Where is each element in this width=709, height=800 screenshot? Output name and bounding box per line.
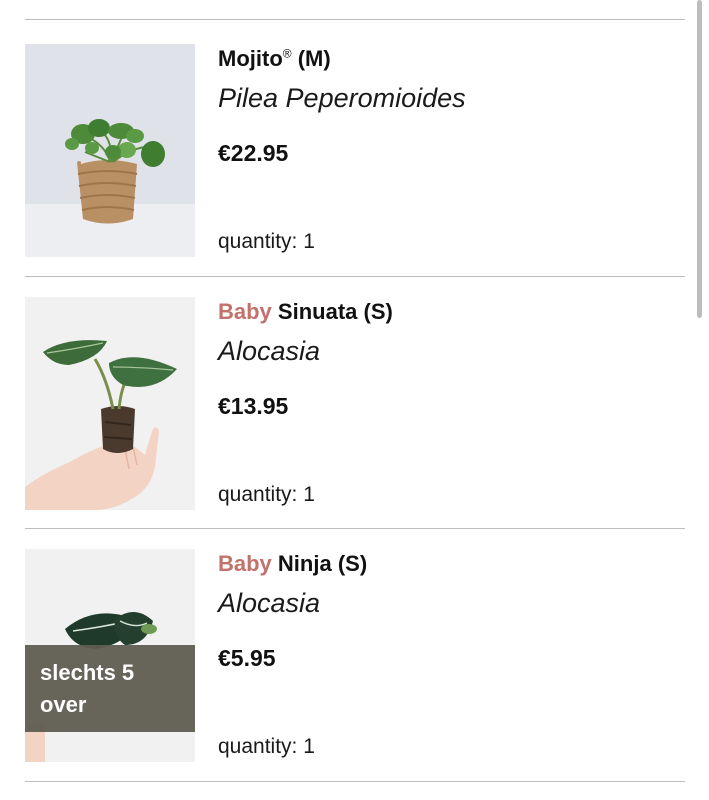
product-image-ninja[interactable]: slechts 5 over <box>25 549 195 762</box>
pilea-plant-image <box>25 44 195 257</box>
product-info: Mojito® (M) Pilea Peperomioides €22.95 q… <box>218 44 678 257</box>
baby-label: Baby <box>218 299 272 324</box>
product-quantity: quantity: 1 <box>218 735 315 758</box>
product-size: (S) <box>337 551 368 576</box>
product-quantity: quantity: 1 <box>218 483 315 506</box>
alocasia-sinuata-image <box>25 297 195 510</box>
product-info: Baby Ninja (S) Alocasia €5.95 quantity: … <box>218 549 678 762</box>
product-size: (M) <box>297 46 331 71</box>
divider <box>25 528 685 529</box>
product-name: Sinuata <box>277 299 358 324</box>
registered-mark: ® <box>282 46 292 61</box>
divider <box>25 276 685 277</box>
product-image-sinuata[interactable] <box>25 297 195 510</box>
product-title[interactable]: Baby Ninja (S) <box>218 551 367 577</box>
product-price: €22.95 <box>218 140 289 166</box>
product-title[interactable]: Baby Sinuata (S) <box>218 299 393 325</box>
product-latin-name: Alocasia <box>218 336 321 366</box>
product-latin-name: Pilea Peperomioides <box>218 83 466 113</box>
product-name: Ninja <box>277 551 332 576</box>
product-price: €5.95 <box>218 645 276 671</box>
cart-item-mojito[interactable]: Mojito® (M) Pilea Peperomioides €22.95 q… <box>25 44 685 257</box>
divider <box>25 19 685 20</box>
scrollbar[interactable] <box>697 0 702 318</box>
product-image-mojito[interactable] <box>25 44 195 257</box>
product-info: Baby Sinuata (S) Alocasia €13.95 quantit… <box>218 297 678 510</box>
baby-label: Baby <box>218 551 272 576</box>
stock-badge: slechts 5 over <box>25 645 195 732</box>
product-latin-name: Alocasia <box>218 588 321 618</box>
product-quantity: quantity: 1 <box>218 230 315 253</box>
product-title[interactable]: Mojito® (M) <box>218 46 331 72</box>
divider <box>25 781 685 782</box>
product-name: Mojito <box>218 46 283 71</box>
product-size: (S) <box>363 299 393 324</box>
cart-item-ninja[interactable]: slechts 5 over Baby Ninja (S) Alocasia €… <box>25 549 685 762</box>
cart-item-sinuata[interactable]: Baby Sinuata (S) Alocasia €13.95 quantit… <box>25 297 685 510</box>
product-price: €13.95 <box>218 393 289 419</box>
